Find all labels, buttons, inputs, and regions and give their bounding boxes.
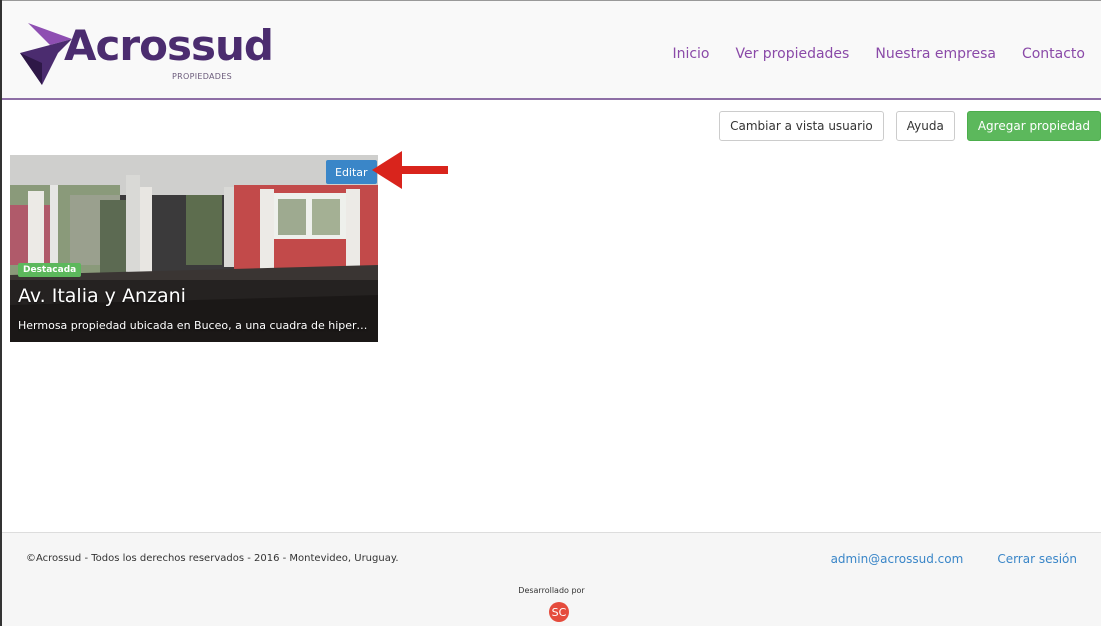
logo-subtext: PROPIEDADES bbox=[172, 72, 233, 81]
logo[interactable]: Acrossud PROPIEDADES bbox=[20, 15, 274, 91]
nav-link-inicio[interactable]: Inicio bbox=[672, 46, 709, 62]
logo-text: Acrossud bbox=[64, 21, 274, 70]
property-photo bbox=[10, 155, 378, 342]
logout-link[interactable]: Cerrar sesión bbox=[997, 552, 1077, 566]
page: Acrossud PROPIEDADES Inicio Ver propieda… bbox=[0, 0, 1101, 626]
edit-property-button[interactable]: Editar bbox=[326, 160, 377, 184]
copyright-text: ©Acrossud - Todos los derechos reservado… bbox=[26, 553, 399, 564]
nav-link-nuestra-empresa[interactable]: Nuestra empresa bbox=[875, 46, 996, 62]
featured-badge: Destacada bbox=[18, 263, 82, 277]
developer-logo[interactable]: SC bbox=[549, 602, 569, 622]
developed-by-label: Desarrollado por bbox=[518, 586, 585, 595]
help-button[interactable]: Ayuda bbox=[895, 111, 955, 141]
footer: ©Acrossud - Todos los derechos reservado… bbox=[2, 532, 1101, 626]
user-email-link[interactable]: admin@acrossud.com bbox=[831, 552, 964, 566]
property-description: Hermosa propiedad ubicada en Buceo, a un… bbox=[18, 319, 374, 332]
red-arrow-icon bbox=[372, 151, 448, 189]
nav-link-contacto[interactable]: Contacto bbox=[1022, 46, 1085, 62]
footer-links: admin@acrossud.com Cerrar sesión bbox=[797, 552, 1077, 566]
nav-link-ver-propiedades[interactable]: Ver propiedades bbox=[735, 46, 849, 62]
add-property-button[interactable]: Agregar propiedad bbox=[966, 111, 1101, 141]
property-title[interactable]: Av. Italia y Anzani bbox=[18, 285, 186, 307]
admin-actions: Cambiar a vista usuario Ayuda Agregar pr… bbox=[707, 111, 1101, 141]
switch-to-user-view-button[interactable]: Cambiar a vista usuario bbox=[719, 111, 884, 141]
main-nav: Inicio Ver propiedades Nuestra empresa C… bbox=[646, 46, 1085, 62]
property-card[interactable]: Editar Destacada Av. Italia y Anzani Her… bbox=[10, 155, 378, 342]
header: Acrossud PROPIEDADES Inicio Ver propieda… bbox=[2, 0, 1101, 100]
